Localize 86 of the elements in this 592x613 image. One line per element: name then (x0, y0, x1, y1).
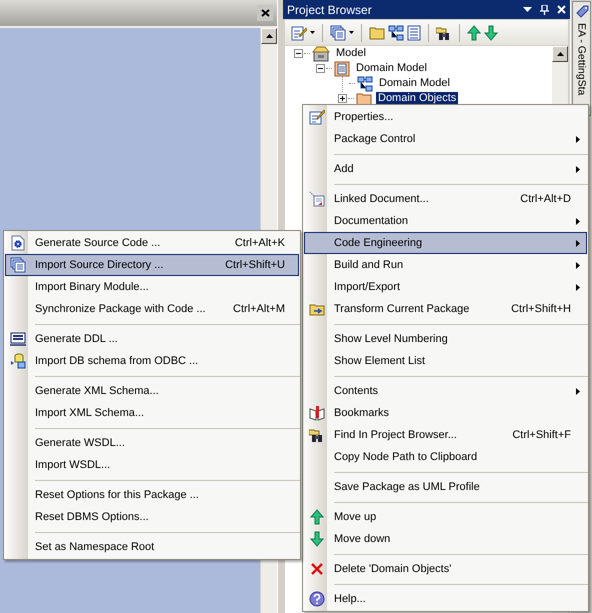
close-icon (260, 9, 270, 17)
tree-item[interactable]: Domain Model (354, 62, 429, 75)
expand-toggle[interactable] (338, 94, 347, 103)
book-icon (309, 405, 325, 421)
list-icon[interactable] (407, 24, 421, 40)
diagram-icon (357, 76, 373, 92)
hierarchy-icon[interactable] (388, 24, 404, 40)
package-icon (334, 60, 350, 76)
document-gear-icon (11, 235, 25, 251)
triangle-up-icon (556, 52, 564, 56)
menu-item[interactable]: Generate XML Schema... (5, 380, 299, 402)
shortcut-label: Ctrl+Alt+K (234, 237, 285, 249)
model-icon (312, 46, 330, 62)
shortcut-label: Ctrl+Shift+F (512, 429, 571, 441)
collapse-toggle[interactable] (316, 64, 325, 73)
menu-item[interactable]: Bookmarks (304, 402, 587, 424)
menu-item[interactable]: Generate WSDL... (5, 432, 299, 454)
stacked-windows-icon[interactable] (330, 24, 346, 40)
menu-item[interactable]: Import WSDL... (5, 454, 299, 476)
menu-item[interactable]: Generate Source Code ... Ctrl+Alt+K (5, 232, 299, 254)
question-icon (309, 591, 325, 607)
tag-icon (574, 4, 588, 20)
tab-label: EA - GettingSta (576, 23, 588, 96)
shortcut-label: Ctrl+Alt+D (520, 193, 571, 205)
collapse-toggle[interactable] (294, 49, 303, 58)
menu-item[interactable]: Add (304, 158, 587, 180)
dropdown-icon[interactable] (310, 31, 315, 34)
menu-item[interactable]: Contents (304, 380, 587, 402)
tree-item[interactable]: Domain Objects (376, 92, 458, 105)
menu-item[interactable]: Show Level Numbering (304, 328, 587, 350)
panel-title: Project Browser (287, 2, 373, 16)
menu-item[interactable]: Reset DBMS Options... (5, 506, 299, 528)
linked-document-icon (309, 191, 325, 207)
form-pencil-icon (309, 109, 325, 125)
dropdown-icon[interactable] (349, 31, 354, 34)
dropdown-icon[interactable] (523, 7, 532, 12)
scroll-up-button[interactable] (552, 46, 568, 62)
scroll-up-button[interactable] (261, 28, 277, 44)
menu-item[interactable]: Import/Export (304, 276, 587, 298)
menu-item[interactable]: Move up (304, 506, 587, 528)
shortcut-label: Ctrl+Shift+H (511, 303, 571, 315)
triangle-up-icon (266, 34, 272, 38)
stacked-windows-icon (10, 257, 26, 273)
menu-item[interactable]: Generate DDL ... (5, 328, 299, 350)
database-icon (10, 332, 26, 346)
minus-icon (317, 65, 324, 72)
menu-item[interactable]: Set as Namespace Root (5, 536, 299, 558)
binoculars-icon (309, 427, 325, 443)
up-arrow-icon (310, 509, 324, 525)
menu-item[interactable]: Copy Node Path to Clipboard (304, 446, 587, 468)
down-arrow-icon (310, 531, 324, 547)
plus-icon (339, 95, 346, 102)
menu-item[interactable]: Transform Current Package Ctrl+Shift+H (304, 298, 587, 320)
menu-item[interactable]: Show Element List (304, 350, 587, 372)
menu-item[interactable]: Synchronize Package with Code ... Ctrl+Alt+M (5, 298, 299, 320)
menu-item[interactable]: Linked Document... Ctrl+Alt+D (304, 188, 587, 210)
close-button[interactable] (257, 5, 273, 21)
close-icon[interactable] (557, 5, 566, 14)
menu-item[interactable]: Package Control (304, 128, 587, 150)
menu-item[interactable]: Import Binary Module... (5, 276, 299, 298)
menu-item[interactable]: Import XML Schema... (5, 402, 299, 424)
database-import-icon (10, 353, 26, 369)
menu-item[interactable]: Move down (304, 528, 587, 550)
note-pencil-icon[interactable] (291, 24, 307, 40)
up-arrow-icon[interactable] (467, 24, 481, 40)
side-tab[interactable]: EA - GettingSta (572, 1, 591, 116)
menu-item[interactable]: Save Package as UML Profile (304, 476, 587, 498)
minus-icon (295, 50, 302, 57)
menu-item[interactable]: Code Engineering (304, 232, 587, 254)
tree-item[interactable]: Domain Model (377, 77, 452, 90)
pin-icon[interactable] (540, 4, 549, 14)
menu-item[interactable]: Documentation (304, 210, 587, 232)
shortcut-label: Ctrl+Shift+U (225, 259, 285, 271)
menu-item[interactable]: Delete 'Domain Objects' (304, 558, 587, 580)
menu-item[interactable]: Reset Options for this Package ... (5, 484, 299, 506)
tree-item[interactable]: Model (334, 47, 368, 60)
close-icon (310, 562, 324, 576)
down-arrow-icon[interactable] (484, 24, 498, 40)
folder-icon[interactable] (369, 26, 385, 40)
menu-item[interactable]: Build and Run (304, 254, 587, 276)
menu-item[interactable]: Help... (304, 588, 587, 610)
menu-item[interactable]: Import Source Directory ... Ctrl+Shift+U (5, 254, 299, 276)
menu-item[interactable]: Import DB schema from ODBC ... (5, 350, 299, 372)
shortcut-label: Ctrl+Alt+M (233, 303, 285, 315)
binoculars-icon[interactable] (436, 24, 452, 40)
menu-item[interactable]: Find In Project Browser... Ctrl+Shift+F (304, 424, 587, 446)
